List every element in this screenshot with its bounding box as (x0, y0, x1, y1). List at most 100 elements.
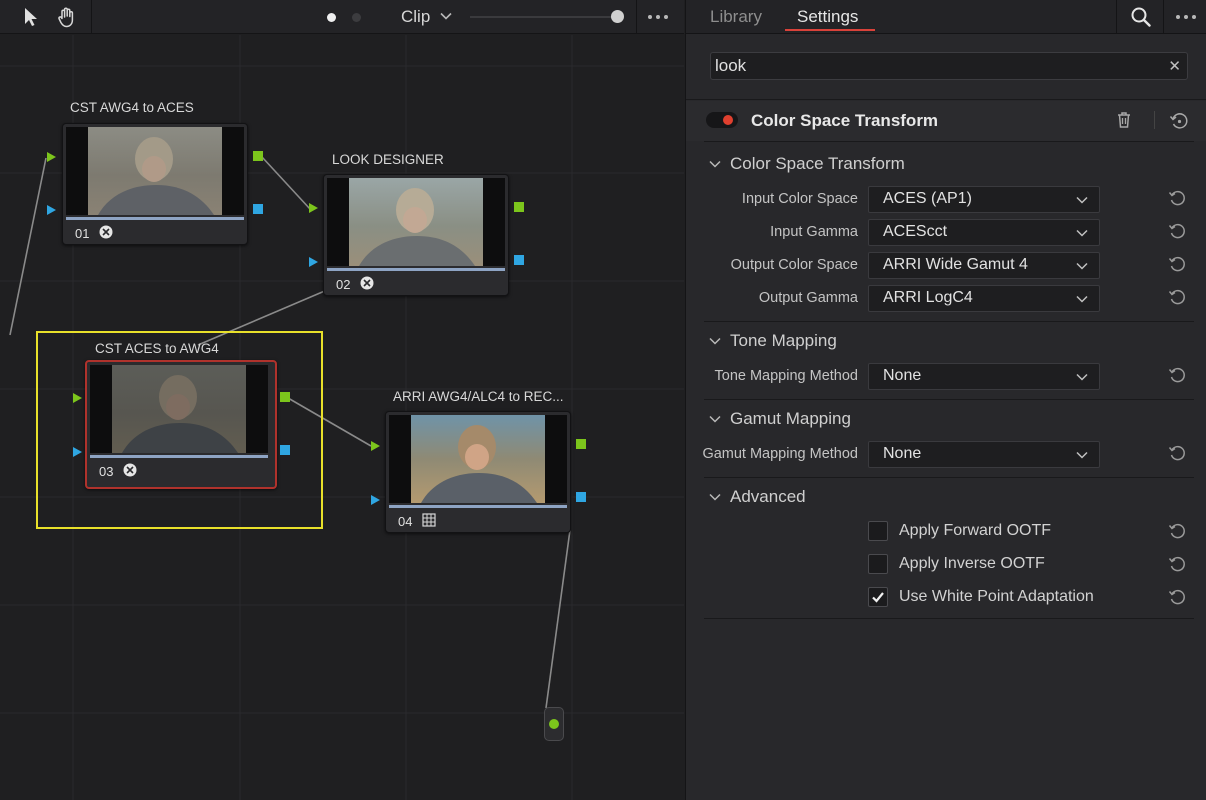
use-white-point-adaptation-checkbox[interactable] (868, 587, 888, 607)
color-space-transform-icon (360, 276, 374, 290)
chevron-down-icon (709, 337, 721, 345)
section-tone-mapping[interactable]: Tone Mapping (708, 331, 837, 351)
node-03-selected[interactable]: 03 (85, 360, 277, 489)
active-tab-indicator (785, 29, 875, 31)
alpha-input-port[interactable] (309, 257, 318, 267)
node-status-bar (90, 455, 268, 458)
alpha-output-port[interactable] (253, 204, 263, 214)
settings-panel: Library Settings ✕ Color Space Transform (685, 0, 1206, 800)
alpha-output-port[interactable] (280, 445, 290, 455)
node-title: ARRI AWG4/ALC4 to REC... (393, 389, 564, 404)
node-thumbnail (90, 365, 268, 453)
node-status-bar (66, 217, 244, 220)
search-input[interactable] (715, 55, 1155, 77)
node-graph-canvas[interactable]: CST AWG4 to ACES 01 LOOK DESIGNER 02 CST… (0, 35, 684, 800)
rgb-input-port[interactable] (73, 393, 82, 403)
rgb-input-port[interactable] (47, 152, 56, 162)
dropdown-value: ACEScct (883, 223, 948, 240)
chevron-down-icon (709, 493, 721, 501)
node-title: CST ACES to AWG4 (95, 341, 219, 356)
chevron-down-icon (709, 415, 721, 423)
node-title: LOOK DESIGNER (332, 152, 444, 167)
node-editor-panel[interactable]: Clip CST AWG4 to ACES 01 LOOK DESIGNER 0… (0, 0, 684, 800)
effect-header: Color Space Transform (686, 101, 1206, 141)
rgb-input-port[interactable] (371, 441, 380, 451)
alpha-output-port[interactable] (576, 492, 586, 502)
node-number: 04 (398, 514, 413, 529)
node-status-bar (389, 505, 567, 508)
reset-icon[interactable] (1168, 288, 1186, 306)
effect-enable-toggle[interactable] (706, 112, 738, 128)
reset-icon[interactable] (1168, 189, 1186, 207)
input-color-space-label: Input Color Space (741, 191, 858, 207)
rgb-output-port[interactable] (280, 392, 290, 402)
clear-search-icon[interactable]: ✕ (1168, 57, 1181, 75)
chevron-down-icon (1076, 373, 1088, 381)
dropdown-value: None (883, 445, 922, 462)
reset-icon[interactable] (1168, 222, 1186, 240)
dropdown-value: ARRI LogC4 (883, 289, 973, 306)
tab-settings[interactable]: Settings (797, 7, 858, 27)
reset-effect-icon[interactable] (1169, 111, 1189, 131)
section-title: Color Space Transform (730, 154, 905, 173)
node-number: 03 (99, 464, 114, 479)
dropdown-value: ACES (AP1) (883, 190, 972, 207)
node-number: 01 (75, 226, 90, 241)
settings-header: Library Settings (686, 0, 1206, 34)
search-icon[interactable] (1130, 6, 1152, 28)
node-02[interactable]: 02 (323, 174, 509, 296)
output-color-space-dropdown[interactable]: ARRI Wide Gamut 4 (868, 252, 1100, 279)
section-gamut-mapping[interactable]: Gamut Mapping (708, 409, 851, 429)
chevron-down-icon (1076, 295, 1088, 303)
chevron-down-icon (1076, 229, 1088, 237)
output-gamma-dropdown[interactable]: ARRI LogC4 (868, 285, 1100, 312)
alpha-output-port[interactable] (514, 255, 524, 265)
apply-forward-ootf-checkbox[interactable] (868, 521, 888, 541)
reset-icon[interactable] (1168, 366, 1186, 384)
rgb-output-port[interactable] (576, 439, 586, 449)
checkmark-icon (872, 592, 884, 603)
more-options-icon[interactable] (1176, 15, 1196, 19)
apply-inverse-ootf-label[interactable]: Apply Inverse OOTF (899, 555, 1045, 573)
input-color-space-dropdown[interactable]: ACES (AP1) (868, 186, 1100, 213)
node-01[interactable]: 01 (62, 123, 248, 245)
apply-forward-ootf-label[interactable]: Apply Forward OOTF (899, 522, 1051, 540)
gamut-mapping-method-dropdown[interactable]: None (868, 441, 1100, 468)
alpha-input-port[interactable] (371, 495, 380, 505)
section-title: Advanced (730, 487, 806, 506)
reset-icon[interactable] (1168, 588, 1186, 606)
node-status-bar (327, 268, 505, 271)
tab-library[interactable]: Library (710, 7, 762, 27)
alpha-input-port[interactable] (73, 447, 82, 457)
reset-icon[interactable] (1168, 255, 1186, 273)
node-04[interactable]: 04 (385, 411, 571, 533)
node-thumbnail (327, 178, 505, 266)
lut-grid-icon (422, 513, 436, 527)
node-thumbnail (389, 415, 567, 503)
rgb-input-port[interactable] (309, 203, 318, 213)
reset-icon[interactable] (1168, 444, 1186, 462)
gamut-mapping-method-label: Gamut Mapping Method (702, 446, 858, 462)
input-gamma-dropdown[interactable]: ACEScct (868, 219, 1100, 246)
reset-icon[interactable] (1168, 522, 1186, 540)
tone-mapping-method-dropdown[interactable]: None (868, 363, 1100, 390)
section-advanced[interactable]: Advanced (708, 487, 806, 507)
section-title: Tone Mapping (730, 331, 837, 350)
rgb-output-port[interactable] (253, 151, 263, 161)
use-white-point-adaptation-label[interactable]: Use White Point Adaptation (899, 588, 1094, 606)
chevron-down-icon (1076, 262, 1088, 270)
apply-inverse-ootf-checkbox[interactable] (868, 554, 888, 574)
reset-icon[interactable] (1168, 555, 1186, 573)
rgb-output-port[interactable] (514, 202, 524, 212)
search-box[interactable]: ✕ (710, 52, 1188, 80)
trash-icon[interactable] (1116, 111, 1134, 131)
output-port-dot (549, 719, 559, 729)
dropdown-value: ARRI Wide Gamut 4 (883, 256, 1028, 273)
dropdown-value: None (883, 367, 922, 384)
section-color-space-transform[interactable]: Color Space Transform (708, 154, 905, 174)
node-title: CST AWG4 to ACES (70, 100, 194, 115)
alpha-input-port[interactable] (47, 205, 56, 215)
color-space-transform-icon (123, 463, 137, 477)
clip-output-node[interactable] (544, 707, 564, 741)
node-number: 02 (336, 277, 351, 292)
